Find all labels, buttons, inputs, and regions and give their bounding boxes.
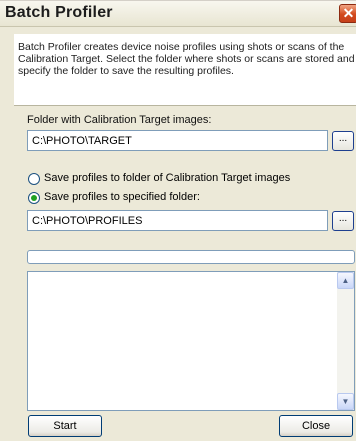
scroll-down-button[interactable]: ▼ bbox=[337, 393, 354, 410]
scroll-up-button[interactable]: ▲ bbox=[337, 272, 354, 289]
browse-dest-button[interactable]: ... bbox=[332, 211, 354, 231]
save-to-source-radio[interactable] bbox=[28, 173, 40, 185]
log-area[interactable]: ▲ ▼ bbox=[27, 271, 355, 411]
browse-source-button[interactable]: ... bbox=[332, 131, 354, 151]
batch-profiler-window: Batch Profiler ✕ Batch Profiler creates … bbox=[0, 0, 356, 441]
log-scrollbar[interactable]: ▲ ▼ bbox=[337, 272, 354, 410]
save-to-specified-label: Save profiles to specified folder: bbox=[44, 191, 200, 203]
start-button[interactable]: Start bbox=[28, 415, 102, 437]
progress-bar bbox=[27, 250, 355, 264]
source-folder-label: Folder with Calibration Target images: bbox=[27, 114, 212, 126]
description-panel: Batch Profiler creates device noise prof… bbox=[14, 34, 356, 106]
browse-source-label: ... bbox=[338, 133, 348, 144]
browse-dest-label: ... bbox=[338, 213, 348, 224]
chevron-up-icon: ▲ bbox=[341, 276, 350, 285]
close-button[interactable]: Close bbox=[279, 415, 353, 437]
window-title: Batch Profiler bbox=[5, 4, 113, 21]
source-folder-input[interactable] bbox=[27, 130, 328, 151]
title-bar[interactable]: Batch Profiler ✕ bbox=[0, 1, 356, 27]
dest-folder-input[interactable] bbox=[27, 210, 328, 231]
save-to-specified-radio[interactable] bbox=[28, 192, 40, 204]
close-icon: ✕ bbox=[342, 5, 355, 21]
chevron-down-icon: ▼ bbox=[341, 397, 350, 406]
save-to-source-label: Save profiles to folder of Calibration T… bbox=[44, 172, 291, 184]
close-window-button[interactable]: ✕ bbox=[339, 4, 356, 23]
divider bbox=[14, 105, 356, 106]
description-text: Batch Profiler creates device noise prof… bbox=[18, 41, 355, 77]
